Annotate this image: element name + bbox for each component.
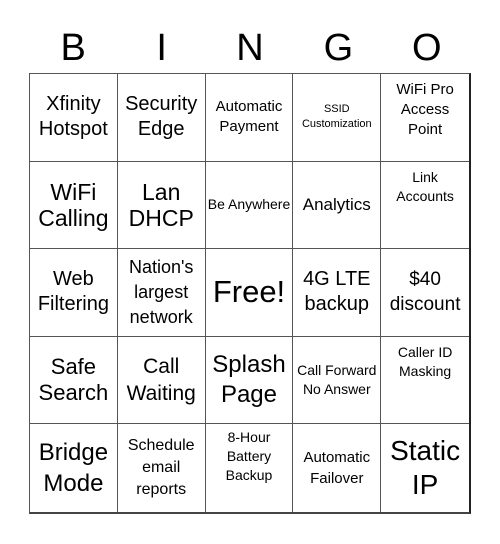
cell-label: Call Forward No Answer [297,361,377,398]
bingo-header: B I N G O [29,22,471,74]
cell-label: 4G LTE backup [303,268,371,316]
cell-label: Xfinity Hotspot [38,93,108,141]
header-letter-b: B [60,27,86,69]
cell-label: SSID Customization [301,103,372,131]
bingo-cell-r3-c4[interactable]: Caller ID Masking [381,337,469,425]
cell-label: Static IP [390,435,461,501]
bingo-cell-r3-c3[interactable]: Call Forward No Answer [293,336,382,425]
bingo-cell-r4-c4[interactable]: Static IP [381,424,469,512]
cell-label: Automatic Payment [215,98,283,136]
cell-label: $40 discount [389,269,461,316]
bingo-cell-r0-c4[interactable]: WiFi Pro Access Point [381,74,469,162]
cell-label: Link Accounts [396,168,454,204]
cell-label: Caller ID Masking [397,343,453,379]
bingo-cell-r0-c2[interactable]: Automatic Payment [205,74,294,162]
bingo-board: Xfinity Hotspot Security Edge Automatic … [29,73,471,514]
bingo-cell-r0-c3[interactable]: SSID Customization [293,74,382,162]
cell-label: WiFi Calling [38,178,109,231]
bingo-cell-r1-c2[interactable]: Be Anywhere [205,161,294,250]
cell-label: WiFi Pro Access Point [396,81,454,138]
cell-label: 8-Hour Battery Backup [225,429,273,484]
cell-label: Safe Search [38,354,109,406]
cell-label: Be Anywhere [207,196,291,213]
bingo-cell-r3-c0[interactable]: Safe Search [30,336,118,425]
bingo-cell-r3-c2[interactable]: Splash Page [205,336,294,425]
bingo-cell-r1-c4[interactable]: Link Accounts [381,162,469,250]
bingo-cell-r2-c0[interactable]: Web Filtering [30,249,118,337]
cell-label: Nation's largest network [128,256,194,327]
bingo-cell-r1-c3[interactable]: Analytics [293,161,382,250]
bingo-cell-r1-c0[interactable]: WiFi Calling [30,161,118,250]
cell-label: Automatic Failover [303,449,371,488]
header-letter-o: O [412,27,442,69]
bingo-cell-r4-c1[interactable]: Schedule email reports [118,424,206,512]
bingo-cell-r2-c1[interactable]: Nation's largest network [117,249,206,337]
cell-label: Splash Page [212,351,286,409]
header-letter-n: N [236,27,264,69]
cell-label: Analytics [302,194,371,214]
cell-label: Call Waiting [126,355,196,406]
bingo-cell-r0-c1[interactable]: Security Edge [117,74,206,162]
cell-label: Schedule email reports [127,437,195,499]
bingo-cell-r2-c4[interactable]: $40 discount [381,249,469,337]
bingo-cell-r2-c3[interactable]: 4G LTE backup [293,249,382,337]
bingo-cell-r4-c3[interactable]: Automatic Failover [293,424,382,512]
bingo-cell-r0-c0[interactable]: Xfinity Hotspot [30,74,118,162]
bingo-cell-r4-c0[interactable]: Bridge Mode [30,424,118,512]
free-space-cell[interactable]: Free! [205,249,294,337]
cell-label: Lan DHCP [128,178,194,231]
bingo-cell-r4-c2[interactable]: 8-Hour Battery Backup [206,424,294,512]
cell-label: Bridge Mode [38,439,109,498]
bingo-cell-r1-c1[interactable]: Lan DHCP [117,161,206,250]
cell-label: Web Filtering [37,268,109,316]
header-letter-g: G [323,27,354,69]
cell-label: Security Edge [125,93,198,141]
header-letter-i: I [156,27,167,69]
free-space-label: Free! [212,274,286,310]
bingo-cell-r3-c1[interactable]: Call Waiting [117,336,206,425]
